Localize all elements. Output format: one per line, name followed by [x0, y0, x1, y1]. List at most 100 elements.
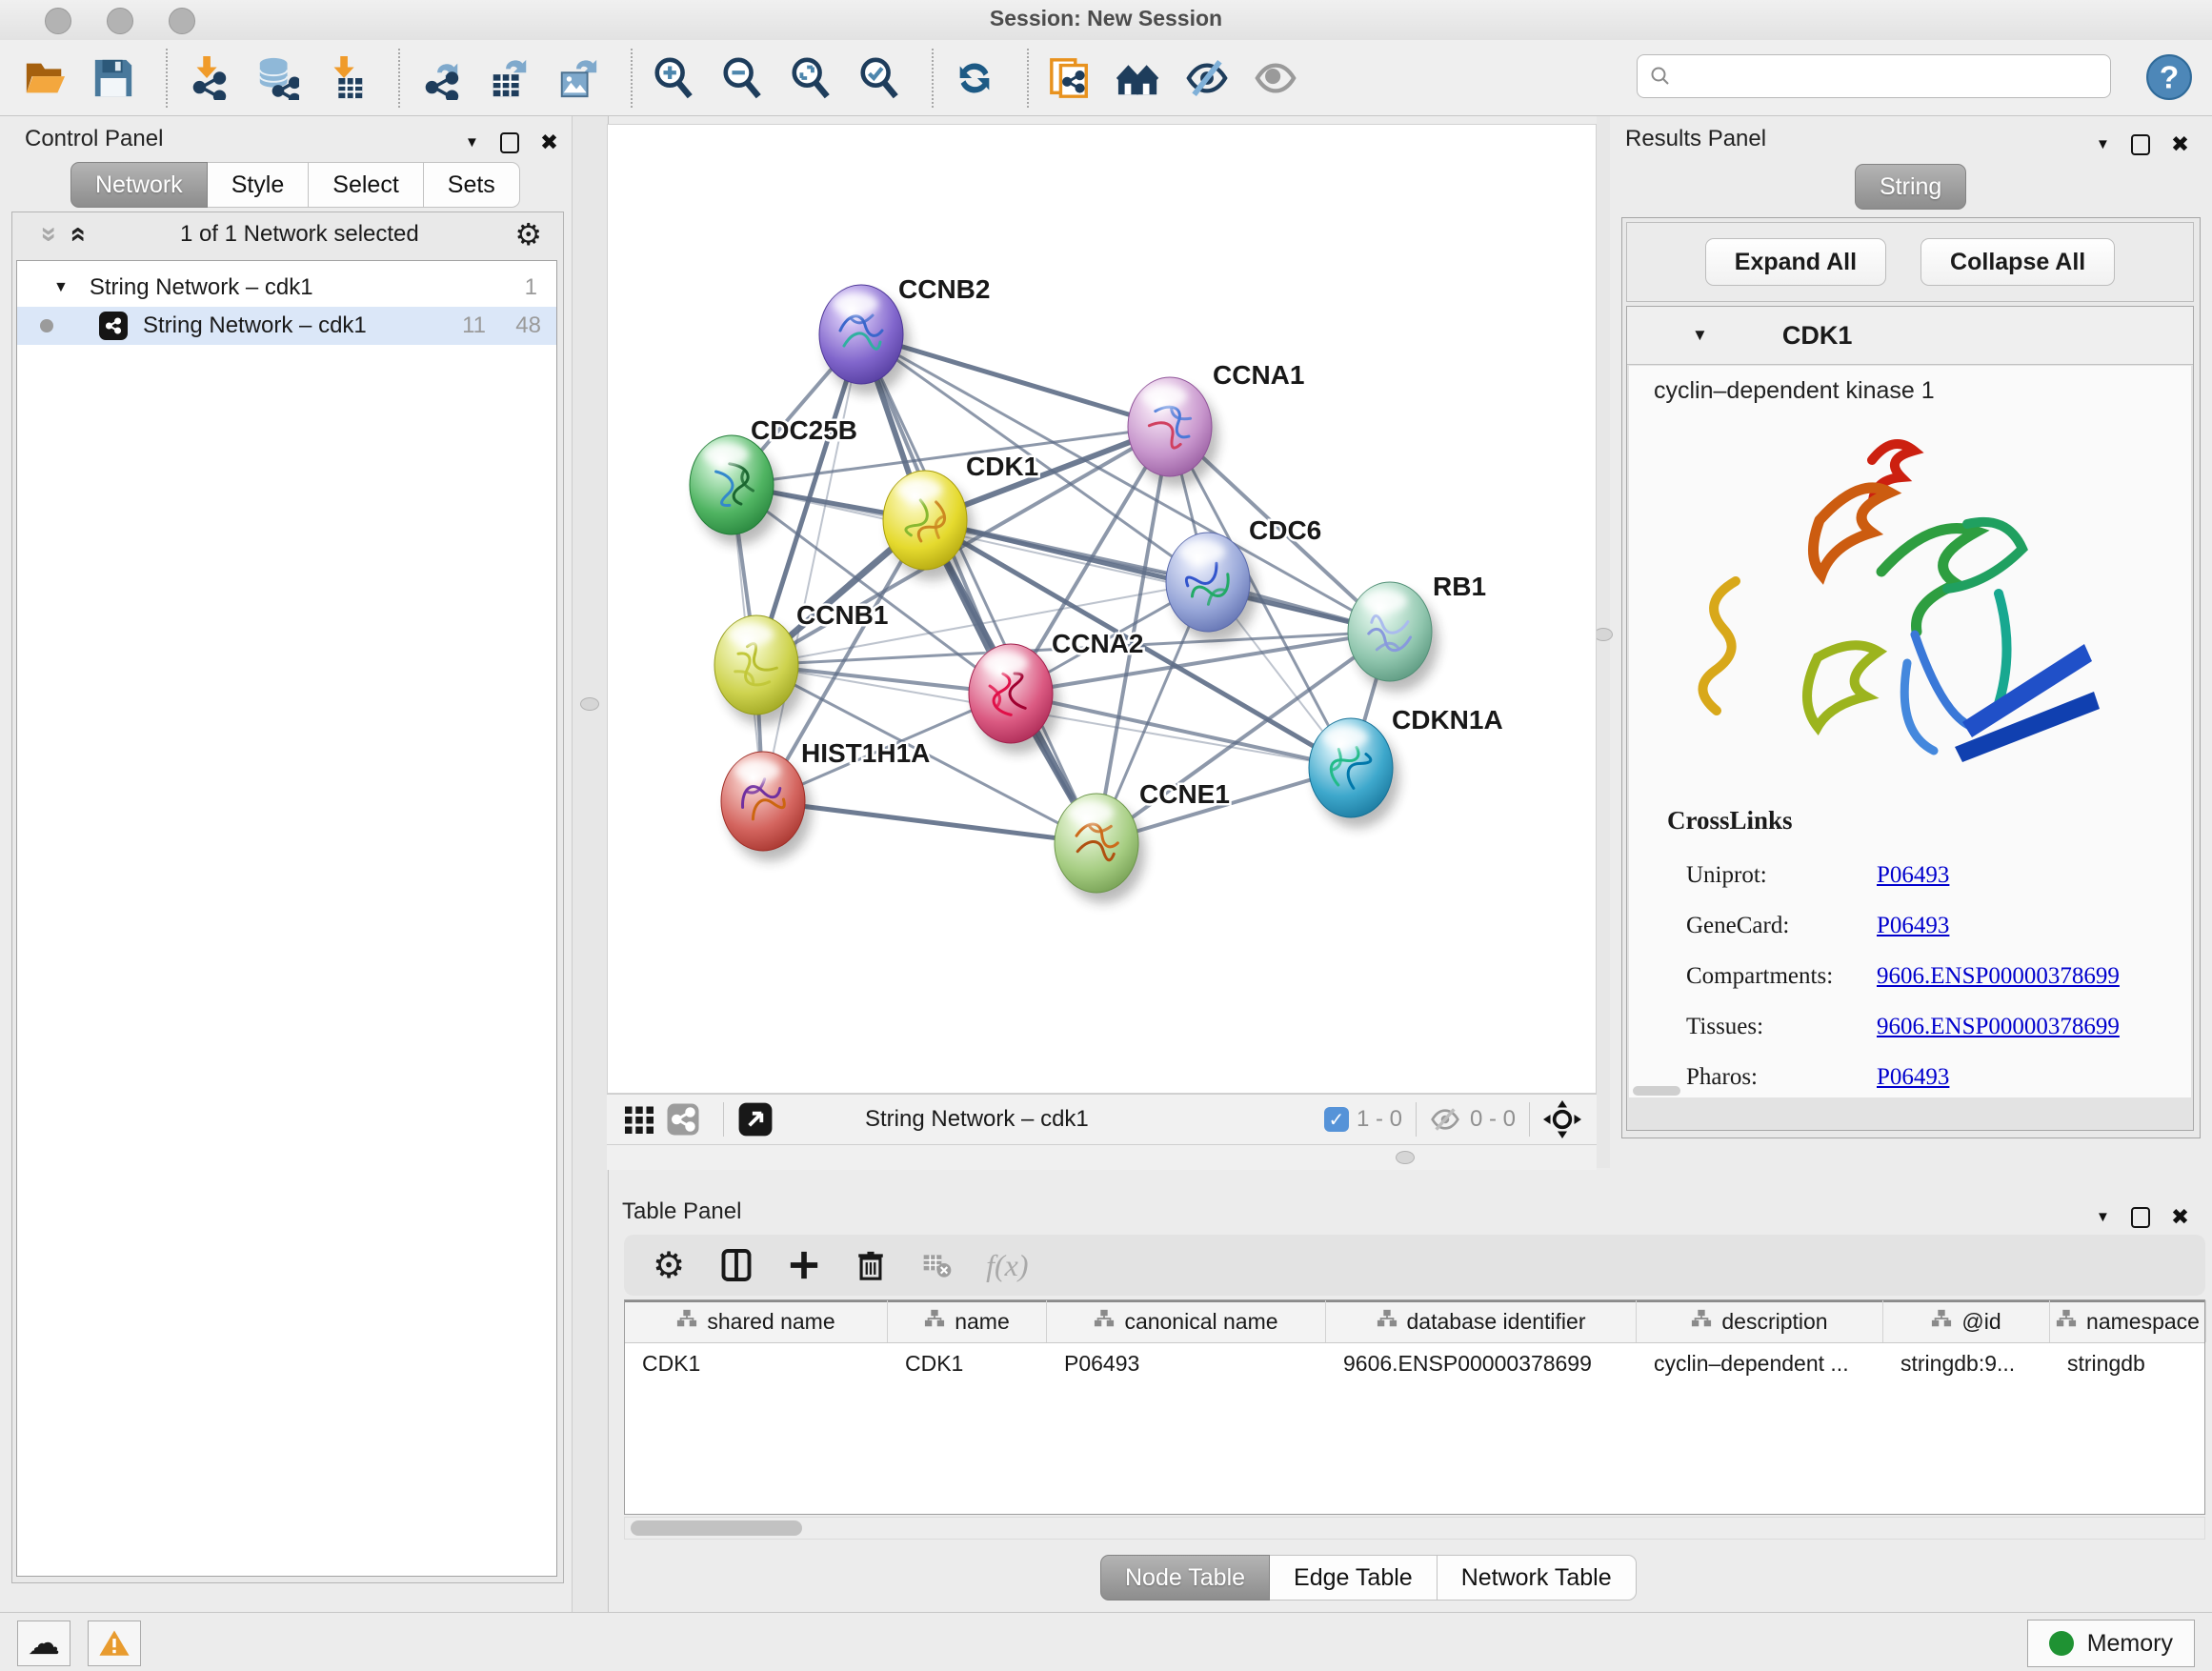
table-cell[interactable]: stringdb — [2050, 1343, 2206, 1383]
selected-indicator-checkbox[interactable]: ✓ — [1324, 1107, 1349, 1132]
expand-all-button[interactable]: Expand All — [1705, 238, 1886, 286]
open-session-button[interactable] — [21, 53, 69, 103]
gene-expander-icon[interactable]: ▼ — [1692, 326, 1708, 345]
crosslink-link[interactable]: P06493 — [1877, 913, 1949, 939]
network-node-CCNB2[interactable] — [819, 285, 910, 394]
crosslink-link[interactable]: 9606.ENSP00000378699 — [1877, 1014, 2120, 1040]
search-field[interactable] — [1637, 54, 2111, 98]
close-panel-icon[interactable]: ✖ — [2171, 1204, 2189, 1230]
import-network-database-button[interactable] — [253, 53, 301, 103]
network-node-CCNE1[interactable] — [1055, 794, 1145, 903]
table-cell[interactable]: stringdb:9... — [1883, 1343, 2050, 1383]
network-row-selected[interactable]: String Network – cdk1 11 48 — [17, 307, 556, 345]
expand-all-networks-icon[interactable]: » — [62, 227, 90, 243]
panel-menu-icon[interactable]: ▼ — [2096, 136, 2110, 152]
refresh-layout-button[interactable] — [951, 53, 998, 103]
column-header-namespace[interactable]: namespace — [2050, 1300, 2206, 1342]
float-panel-icon[interactable] — [2131, 134, 2150, 155]
network-options-gear-icon[interactable]: ⚙ — [514, 216, 542, 252]
grid-view-button[interactable] — [622, 1102, 656, 1137]
export-image-button[interactable] — [554, 53, 602, 103]
column-header-canonical-name[interactable]: canonical name — [1047, 1300, 1326, 1342]
string-tab-label[interactable]: String — [1855, 164, 1966, 210]
close-panel-icon[interactable]: ✖ — [540, 130, 558, 155]
network-node-CDKN1A[interactable] — [1309, 718, 1399, 828]
tab-style[interactable]: Style — [208, 162, 310, 208]
table-horizontal-scrollbar[interactable] — [624, 1517, 2205, 1540]
results-tab-string[interactable]: String — [1855, 164, 1966, 210]
export-table-button[interactable] — [486, 53, 533, 103]
network-edge-CCNB2-HIST1H1A[interactable] — [763, 334, 861, 801]
horizontal-splitter[interactable] — [607, 1143, 1597, 1170]
splitter-handle[interactable] — [580, 697, 599, 711]
splitter-handle[interactable] — [1396, 1151, 1415, 1164]
hide-selected-button[interactable] — [1183, 53, 1231, 103]
cloud-status-button[interactable]: ☁ — [17, 1621, 70, 1666]
network-graph[interactable]: CCNB2CCNA1CDC25BCDK1CDC6RB1CCNB1CCNA2CDK… — [608, 125, 1596, 1093]
tab-network-table[interactable]: Network Table — [1438, 1555, 1637, 1601]
tab-network[interactable]: Network — [70, 162, 208, 208]
tab-edge-table[interactable]: Edge Table — [1270, 1555, 1438, 1601]
results-scrollbar-thumb[interactable] — [1633, 1086, 1680, 1096]
birdseye-view-button[interactable] — [737, 1101, 774, 1137]
search-input[interactable] — [1672, 63, 2110, 90]
table-cell[interactable]: cyclin–dependent ... — [1637, 1343, 1883, 1383]
column-header-shared-name[interactable]: shared name — [625, 1300, 888, 1342]
help-button[interactable]: ? — [2145, 53, 2193, 101]
table-cell[interactable]: CDK1 — [888, 1343, 1047, 1383]
create-column-button[interactable] — [788, 1249, 820, 1281]
table-cell[interactable]: CDK1 — [625, 1343, 888, 1383]
zoom-selected-button[interactable] — [855, 53, 903, 103]
export-network-button[interactable] — [417, 53, 465, 103]
network-canvas[interactable]: CCNB2CCNA1CDC25BCDK1CDC6RB1CCNB1CCNA2CDK… — [607, 124, 1597, 1094]
network-collection-row[interactable]: ▼ String Network – cdk1 1 — [17, 269, 556, 307]
houses-button[interactable] — [1115, 53, 1162, 103]
warnings-button[interactable] — [88, 1621, 141, 1666]
network-node-RB1[interactable] — [1348, 582, 1438, 692]
network-view-mode-button[interactable] — [666, 1102, 700, 1137]
column-header-@id[interactable]: @id — [1883, 1300, 2050, 1342]
network-node-CCNA2[interactable] — [969, 644, 1059, 754]
network-node-HIST1H1A[interactable] — [721, 752, 812, 861]
delete-column-button[interactable] — [855, 1247, 887, 1283]
fit-selected-button[interactable] — [1543, 1100, 1581, 1138]
collapse-all-button[interactable]: Collapse All — [1920, 238, 2115, 286]
collapse-all-networks-icon[interactable]: « — [32, 227, 61, 243]
crosslink-link[interactable]: P06493 — [1877, 862, 1949, 889]
memory-button[interactable]: Memory — [2027, 1620, 2195, 1667]
zoom-out-button[interactable] — [718, 53, 766, 103]
panel-menu-icon[interactable]: ▼ — [465, 134, 479, 151]
network-edge-CCNA2-CDKN1A[interactable] — [1011, 694, 1351, 768]
network-node-CDC25B[interactable] — [690, 435, 780, 545]
import-network-file-button[interactable] — [185, 53, 232, 103]
column-header-name[interactable]: name — [888, 1300, 1047, 1342]
new-network-from-selection-button[interactable] — [1046, 53, 1094, 103]
zoom-fit-button[interactable] — [787, 53, 835, 103]
table-options-gear-icon[interactable]: ⚙ — [653, 1244, 685, 1287]
tab-sets[interactable]: Sets — [424, 162, 520, 208]
network-node-CDK1[interactable] — [883, 471, 974, 580]
table-row[interactable]: CDK1CDK1P064939606.ENSP00000378699cyclin… — [625, 1343, 2204, 1383]
zoom-in-button[interactable] — [650, 53, 697, 103]
save-session-button[interactable] — [90, 53, 137, 103]
network-node-CCNA1[interactable] — [1128, 377, 1218, 487]
crosslink-link[interactable]: 9606.ENSP00000378699 — [1877, 963, 2120, 990]
import-table-button[interactable] — [322, 53, 370, 103]
column-header-database-identifier[interactable]: database identifier — [1326, 1300, 1637, 1342]
network-edge-HIST1H1A-CCNE1[interactable] — [763, 801, 1096, 843]
collection-expander-icon[interactable]: ▼ — [53, 279, 69, 296]
tab-node-table[interactable]: Node Table — [1100, 1555, 1270, 1601]
float-panel-icon[interactable] — [2131, 1207, 2150, 1228]
close-panel-icon[interactable]: ✖ — [2171, 131, 2189, 157]
right-splitter[interactable] — [1597, 116, 1610, 1168]
crosslink-link[interactable]: P06493 — [1877, 1064, 1949, 1091]
column-header-description[interactable]: description — [1637, 1300, 1883, 1342]
table-cell[interactable]: 9606.ENSP00000378699 — [1326, 1343, 1637, 1383]
float-panel-icon[interactable] — [500, 132, 519, 153]
show-columns-button[interactable] — [719, 1247, 754, 1283]
splitter-handle[interactable] — [1594, 628, 1613, 641]
left-splitter[interactable] — [572, 116, 609, 1612]
show-all-button[interactable] — [1252, 53, 1299, 103]
panel-menu-icon[interactable]: ▼ — [2096, 1209, 2110, 1225]
gene-card-header[interactable]: ▼ CDK1 — [1627, 307, 2193, 365]
